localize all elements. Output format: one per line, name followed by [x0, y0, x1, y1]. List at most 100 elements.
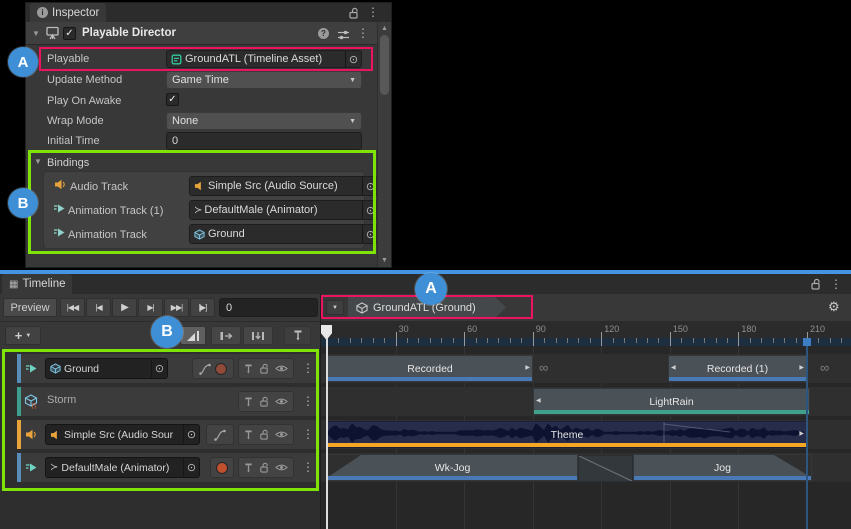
marker-toggle-button[interactable] — [284, 326, 311, 345]
ripple-mode-button[interactable] — [211, 326, 241, 345]
eye-icon[interactable] — [275, 397, 288, 406]
goto-end-button[interactable]: ▶▶| — [164, 298, 189, 317]
unity-editor: i Inspector ⋮ ▼ ✓ Playable Director ? — [0, 0, 851, 529]
scrollbar-thumb[interactable] — [380, 35, 389, 95]
clip-lightrain[interactable]: ◀ LightRain — [533, 388, 810, 415]
pin-icon[interactable] — [244, 396, 253, 408]
clip-jog[interactable]: Jog — [633, 454, 812, 481]
update-method-value: Game Time — [172, 74, 229, 86]
record-button[interactable] — [215, 363, 227, 375]
update-method-dropdown[interactable]: Game Time ▼ — [166, 71, 362, 89]
object-picker-icon[interactable]: ⊙ — [151, 359, 167, 378]
crossfade-region[interactable] — [578, 455, 633, 482]
goto-start-button[interactable]: |◀◀ — [60, 298, 85, 317]
binding-object-field[interactable]: Ground ⊙ — [189, 224, 379, 244]
curves-icon[interactable] — [199, 363, 211, 375]
track-menu-icon[interactable]: ⋮ — [302, 428, 314, 440]
clip-theme[interactable]: Theme ▶ — [327, 421, 807, 448]
timeline-selector-dropdown[interactable]: ▼ — [326, 300, 344, 315]
cube-icon — [356, 302, 368, 314]
clip-recorded-1[interactable]: ◀ Recorded (1) ▶ — [668, 355, 807, 382]
component-enabled-checkbox[interactable]: ✓ — [63, 27, 76, 40]
track-header-storm[interactable]: {} Storm ⋮ — [17, 387, 319, 416]
eye-icon[interactable] — [275, 463, 288, 472]
unlock-icon[interactable] — [259, 429, 269, 440]
timeline-menu-icon[interactable]: ⋮ — [830, 278, 842, 290]
mix-mode-button[interactable] — [180, 326, 206, 345]
track-header-ground[interactable]: Ground ⊙ — [17, 354, 319, 383]
track-binding-field[interactable]: Simple Src (Audio Sour ⊙ — [45, 424, 200, 445]
timeline-end-marker[interactable] — [803, 338, 811, 346]
playable-object-field[interactable]: GroundATL (Timeline Asset) ⊙ — [166, 50, 362, 68]
callout-a-badge: A — [8, 47, 38, 77]
inspector-scrollbar[interactable]: ▲ ▼ — [377, 22, 391, 267]
object-picker-icon[interactable]: ⊙ — [183, 458, 199, 477]
scroll-up-icon[interactable]: ▲ — [378, 25, 391, 32]
eye-icon[interactable] — [275, 430, 288, 439]
replace-mode-icon — [251, 330, 265, 342]
prev-frame-button[interactable]: |◀ — [86, 298, 111, 317]
unlock-icon[interactable] — [259, 363, 269, 374]
preview-label: Preview — [10, 302, 49, 314]
pin-icon[interactable] — [244, 462, 253, 474]
pin-icon[interactable] — [244, 363, 253, 375]
film-icon: ▦ — [9, 279, 18, 290]
play-range-button[interactable]: [▶] — [190, 298, 215, 317]
pin-icon[interactable] — [244, 429, 253, 441]
timeline-ruler[interactable]: 306090120150180210 — [320, 322, 851, 346]
play-button[interactable]: ▶ — [112, 298, 137, 317]
track-menu-icon[interactable]: ⋮ — [302, 395, 314, 407]
add-track-button[interactable]: + ▼ — [5, 326, 41, 345]
timeline-asset-icon — [171, 54, 182, 65]
play-on-awake-checkbox[interactable]: ✓ — [166, 93, 179, 106]
binding-object-field[interactable]: Simple Src (Audio Source) ⊙ — [189, 176, 379, 196]
object-picker-icon[interactable]: ⊙ — [183, 425, 199, 444]
next-frame-button[interactable]: ▶| — [138, 298, 163, 317]
track-binding-field[interactable]: ≻ DefaultMale (Animator) ⊙ — [45, 457, 200, 478]
unlock-icon[interactable] — [810, 278, 821, 290]
eye-icon[interactable] — [275, 364, 288, 373]
track-menu-icon[interactable]: ⋮ — [302, 362, 314, 374]
curves-icon[interactable] — [214, 429, 226, 441]
unlock-icon[interactable] — [348, 7, 359, 19]
object-picker-icon[interactable]: ⊙ — [362, 177, 378, 195]
bindings-foldout-icon[interactable]: ▼ — [34, 157, 42, 166]
presets-icon[interactable] — [337, 30, 350, 40]
track-header-defaultmale[interactable]: ≻ DefaultMale (Animator) ⊙ — [17, 453, 319, 482]
component-foldout-icon[interactable]: ▼ — [32, 29, 40, 38]
record-button[interactable] — [216, 462, 228, 474]
track-name: Storm — [47, 394, 76, 406]
object-picker-icon[interactable]: ⊙ — [345, 51, 361, 67]
cube-icon — [50, 363, 61, 374]
clip-wkjog[interactable]: Wk-Jog — [327, 454, 578, 481]
help-icon[interactable]: ? — [318, 28, 329, 39]
playable-value: GroundATL (Timeline Asset) — [185, 53, 345, 65]
panel-divider[interactable] — [320, 294, 321, 529]
clip-label: Recorded (1) — [707, 363, 768, 375]
component-header[interactable]: ▼ ✓ Playable Director ? ⋮ — [26, 22, 391, 45]
replace-mode-button[interactable] — [243, 326, 273, 345]
scroll-down-icon[interactable]: ▼ — [378, 257, 391, 264]
unlock-icon[interactable] — [259, 462, 269, 473]
track-binding-field[interactable]: Ground ⊙ — [45, 358, 168, 379]
wrap-mode-dropdown[interactable]: None ▼ — [166, 112, 362, 130]
playhead-line[interactable] — [326, 338, 328, 529]
tab-timeline[interactable]: ▦ Timeline — [2, 274, 72, 294]
frame-field[interactable]: 0 — [219, 298, 318, 317]
component-menu-icon[interactable]: ⋮ — [357, 27, 369, 39]
inspector-menu-icon[interactable]: ⋮ — [367, 6, 379, 18]
preview-button[interactable]: Preview — [3, 298, 57, 317]
object-picker-icon[interactable]: ⊙ — [362, 201, 378, 219]
object-picker-icon[interactable]: ⊙ — [362, 225, 378, 243]
initial-time-field[interactable]: 0 — [166, 132, 362, 150]
track-record-group — [210, 457, 234, 478]
clip-recorded[interactable]: Recorded ▶ — [327, 355, 533, 382]
callout-b-badge: B — [151, 316, 183, 348]
track-menu-icon[interactable]: ⋮ — [302, 461, 314, 473]
tab-inspector[interactable]: i Inspector — [30, 3, 106, 22]
binding-object-field[interactable]: ≻ DefaultMale (Animator) ⊙ — [189, 200, 379, 220]
track-header-audio[interactable]: Simple Src (Audio Sour ⊙ — [17, 420, 319, 449]
unlock-icon[interactable] — [259, 396, 269, 407]
settings-gear-icon[interactable]: ⚙ — [828, 299, 840, 315]
track-options-group — [238, 358, 294, 379]
